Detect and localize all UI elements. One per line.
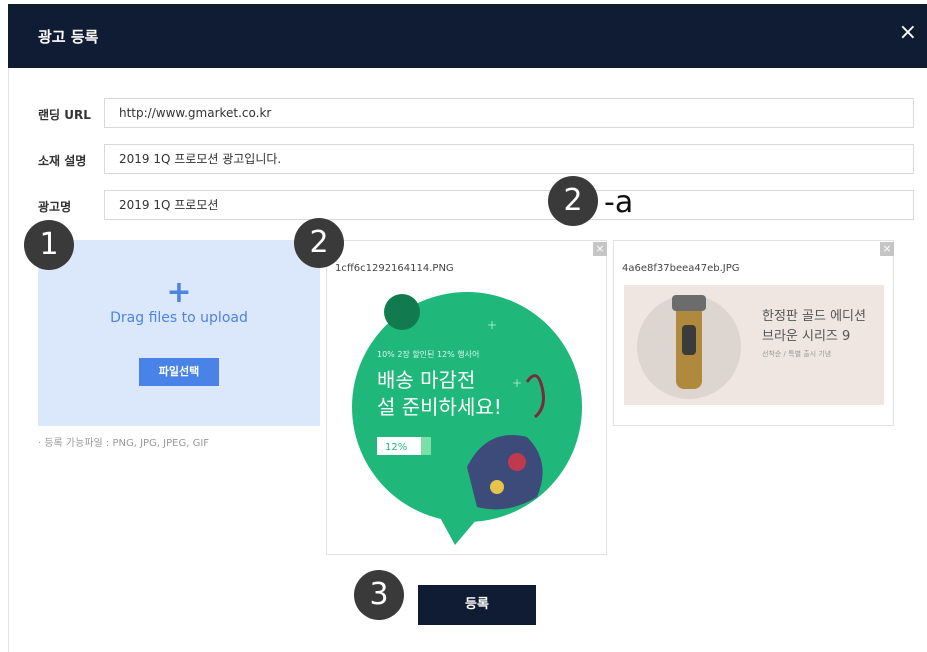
ad-image-delivery: + + 10% 2장 할인된 12% 행사어 배송 마감전 설 준비하세요! 1… — [352, 292, 582, 545]
file-select-button[interactable]: 파일선택 — [139, 358, 219, 386]
ad-headline-2: 설 준비하세요! — [377, 395, 502, 419]
callout-badge-2: 2 — [294, 218, 344, 268]
ad-headline-1: 한정판 골드 에디션 — [762, 309, 866, 324]
material-desc-label: 소재 설명 — [38, 154, 87, 168]
callout-badge-3: 3 — [354, 570, 404, 620]
file-name: 1cff6c1292164114.PNG — [335, 263, 454, 274]
ad-headline-2: 브라운 시리즈 9 — [762, 329, 851, 344]
submit-button[interactable]: 등록 — [418, 585, 536, 625]
dialog-header: 광고 등록 × — [8, 4, 927, 68]
file-name: 4a6e8f37beea47eb.JPG — [622, 263, 740, 274]
landing-url-label: 랜딩 URL — [38, 108, 91, 122]
svg-text:+: + — [487, 318, 497, 332]
plus-icon: + — [166, 275, 192, 310]
material-desc-input[interactable]: 2019 1Q 프로모션 광고입니다. — [104, 144, 914, 174]
file-card-1: 1cff6c1292164114.PNG × + + 10% 2장 할인된 12… — [326, 240, 607, 555]
callout-badge-1: 1 — [24, 220, 74, 270]
ad-small-text: 선착순 / 특별 출시 기념 — [762, 350, 832, 358]
ad-name-input[interactable]: 2019 1Q 프로모션 — [104, 190, 914, 220]
ad-name-label: 광고명 — [38, 200, 72, 214]
ad-headline-1: 배송 마감전 — [377, 368, 475, 392]
landing-url-input[interactable]: http://www.gmarket.co.kr — [104, 98, 914, 128]
ad-small-text: 10% 2장 할인된 12% 행사어 — [377, 349, 479, 359]
svg-text:+: + — [512, 376, 522, 390]
file-card-2: 4a6e8f37beea47eb.JPG × 한정판 골드 에디션 브라운 시리… — [613, 240, 894, 426]
upload-dropzone[interactable]: + Drag files to upload 파일선택 — [38, 240, 320, 426]
remove-file-icon[interactable]: × — [880, 242, 894, 256]
close-icon[interactable]: × — [899, 22, 917, 44]
ad-tag: 12% — [385, 442, 407, 453]
dialog-title: 광고 등록 — [38, 28, 99, 46]
remove-file-icon[interactable]: × — [593, 242, 607, 256]
allowed-files-note: · 등록 가능파일 : PNG, JPG, JPEG, GIF — [38, 438, 210, 449]
ad-image-shaver: 한정판 골드 에디션 브라운 시리즈 9 선착순 / 특별 출시 기념 — [624, 285, 884, 405]
callout-badge-2a: 2 — [548, 176, 598, 226]
dropzone-text: Drag files to upload — [110, 310, 248, 326]
callout-badge-2a-suffix: -a — [604, 185, 634, 220]
